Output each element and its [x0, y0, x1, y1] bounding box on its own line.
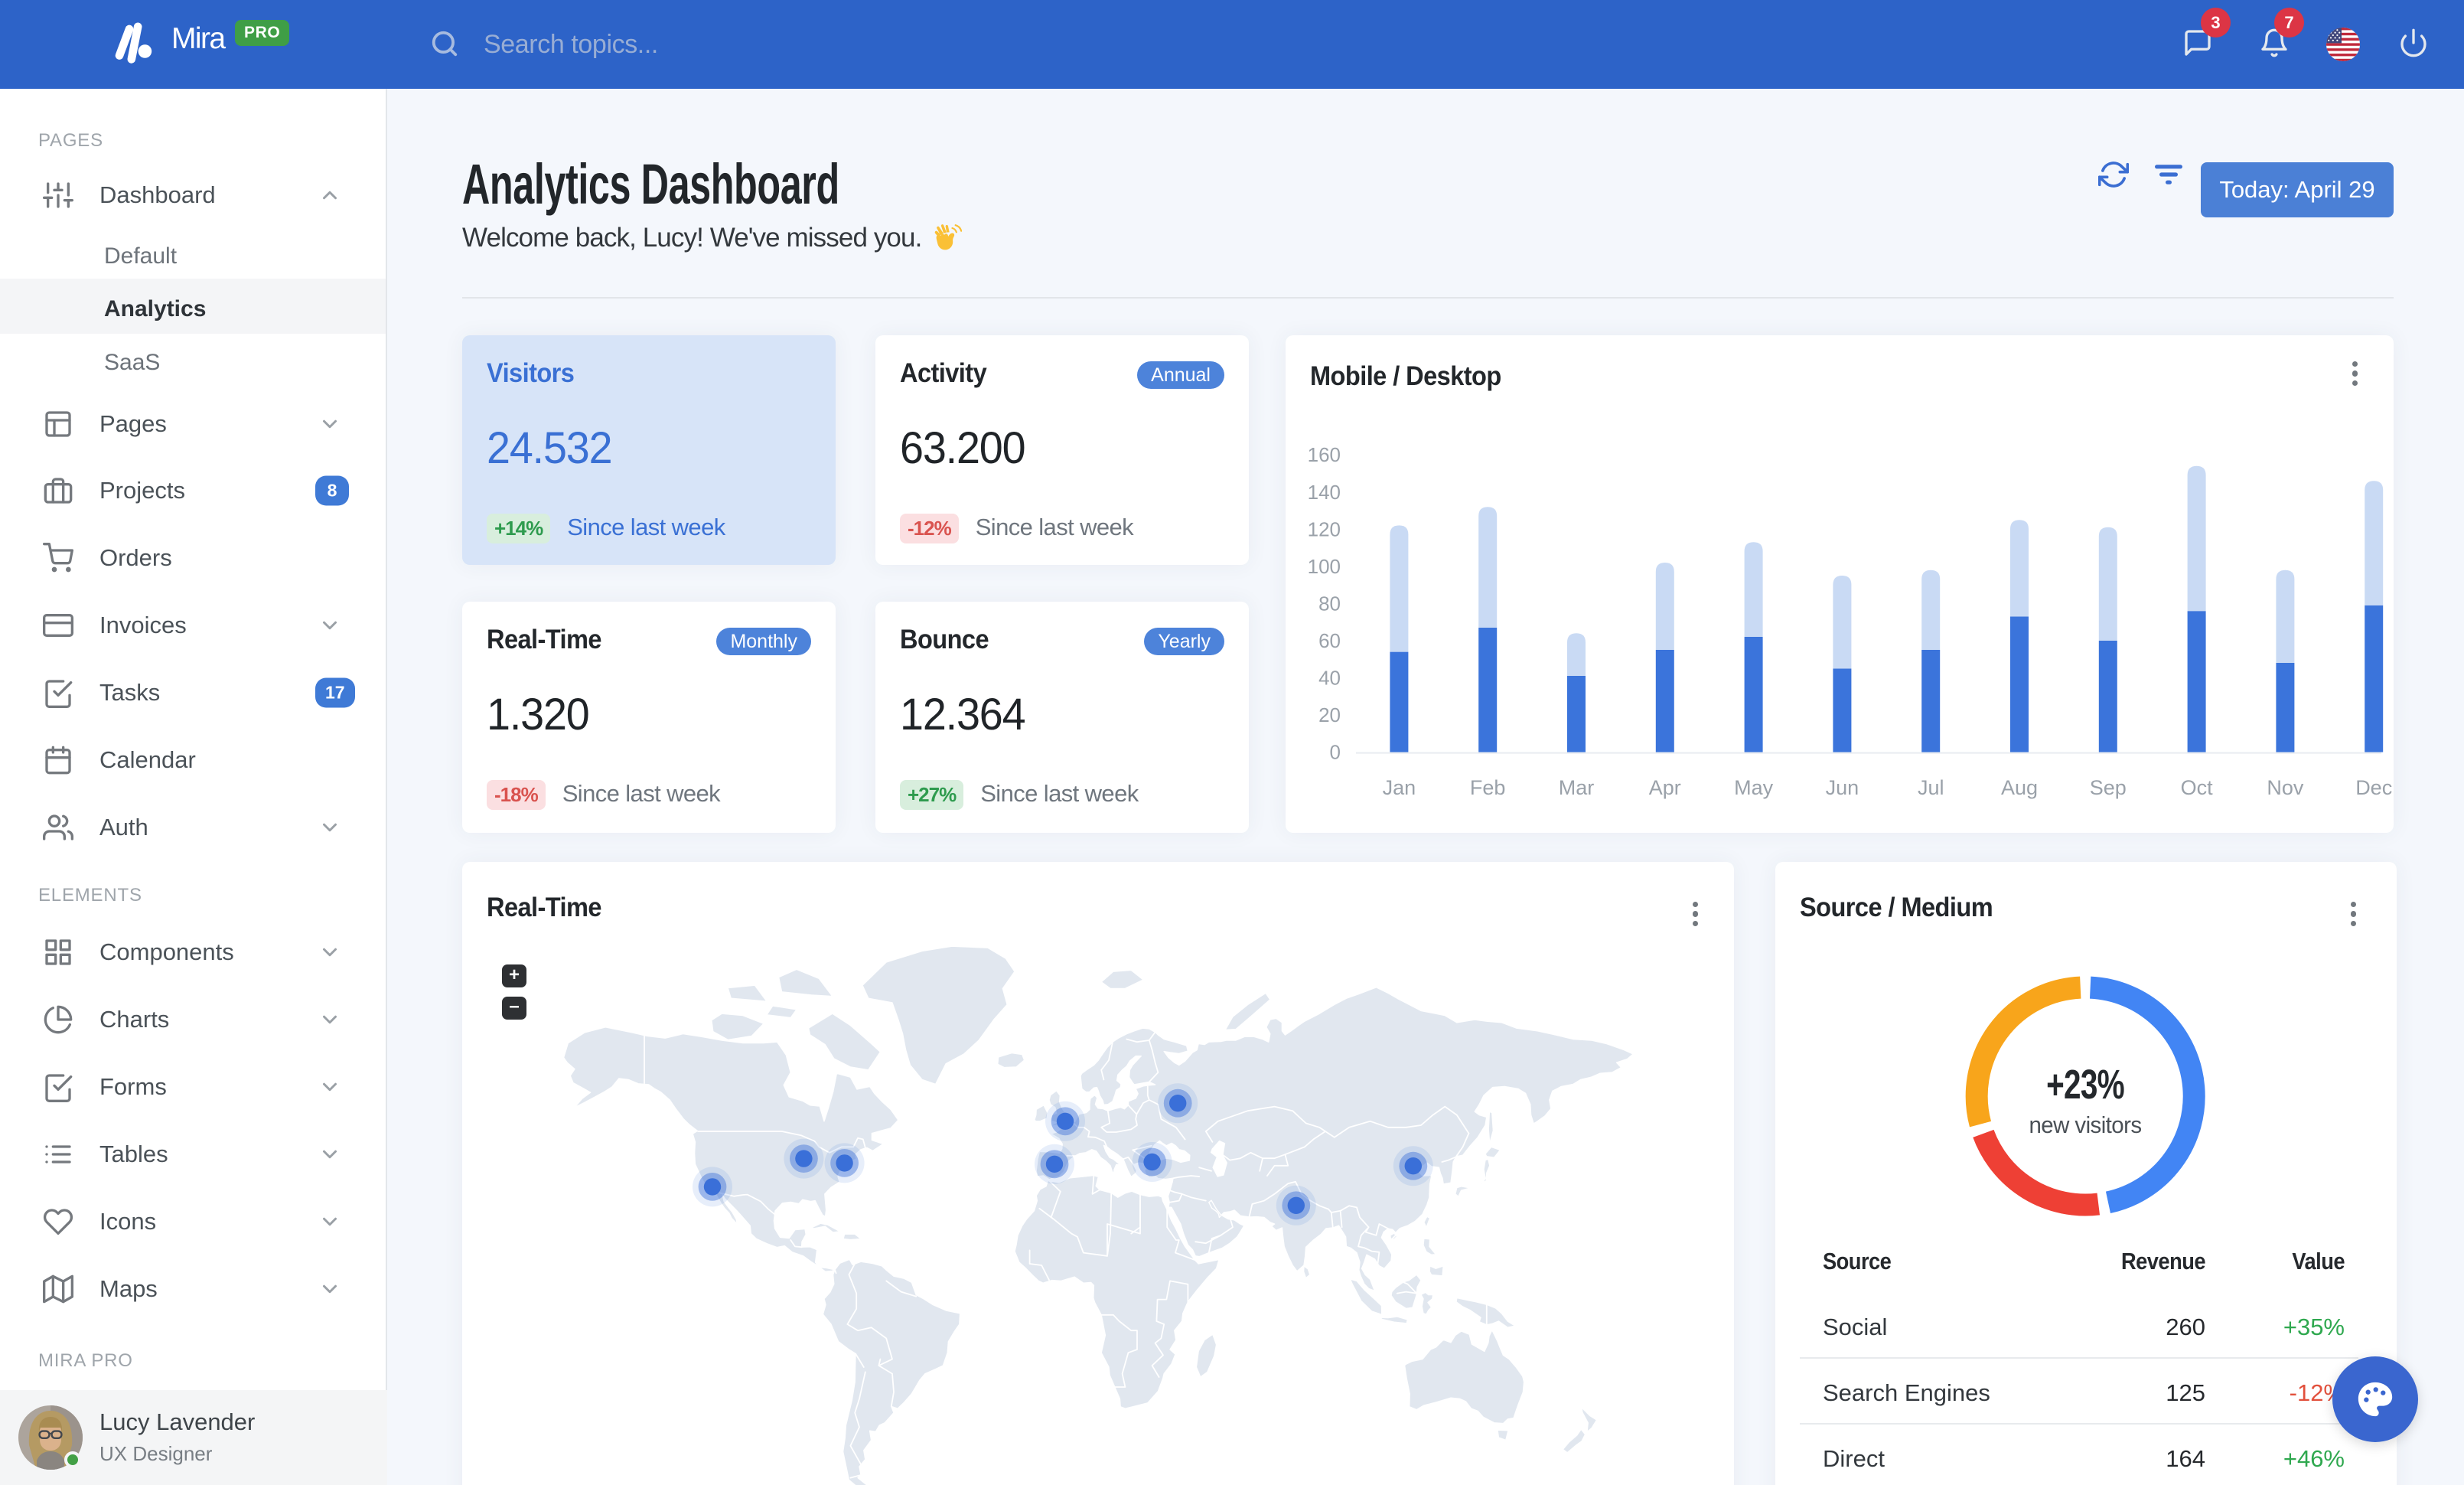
svg-text:60: 60 — [1318, 629, 1341, 652]
svg-text:Sep: Sep — [2090, 776, 2127, 799]
svg-text:Dec: Dec — [2355, 776, 2392, 799]
svg-text:Jan: Jan — [1383, 776, 1416, 799]
svg-text:Nov: Nov — [2267, 776, 2304, 799]
svg-text:120: 120 — [1308, 517, 1341, 540]
svg-text:Mar: Mar — [1559, 776, 1595, 799]
svg-text:80: 80 — [1318, 592, 1341, 615]
svg-text:140: 140 — [1308, 481, 1341, 504]
svg-text:May: May — [1734, 776, 1774, 799]
svg-text:20: 20 — [1318, 703, 1341, 726]
svg-text:160: 160 — [1308, 443, 1341, 466]
svg-text:0: 0 — [1330, 741, 1341, 764]
svg-text:Apr: Apr — [1649, 776, 1681, 799]
svg-text:Jun: Jun — [1826, 776, 1859, 799]
svg-text:Feb: Feb — [1470, 776, 1506, 799]
svg-text:Aug: Aug — [2001, 776, 2038, 799]
svg-text:Oct: Oct — [2181, 776, 2214, 799]
svg-text:Jul: Jul — [1918, 776, 1944, 799]
svg-text:100: 100 — [1308, 555, 1341, 578]
svg-text:40: 40 — [1318, 666, 1341, 689]
